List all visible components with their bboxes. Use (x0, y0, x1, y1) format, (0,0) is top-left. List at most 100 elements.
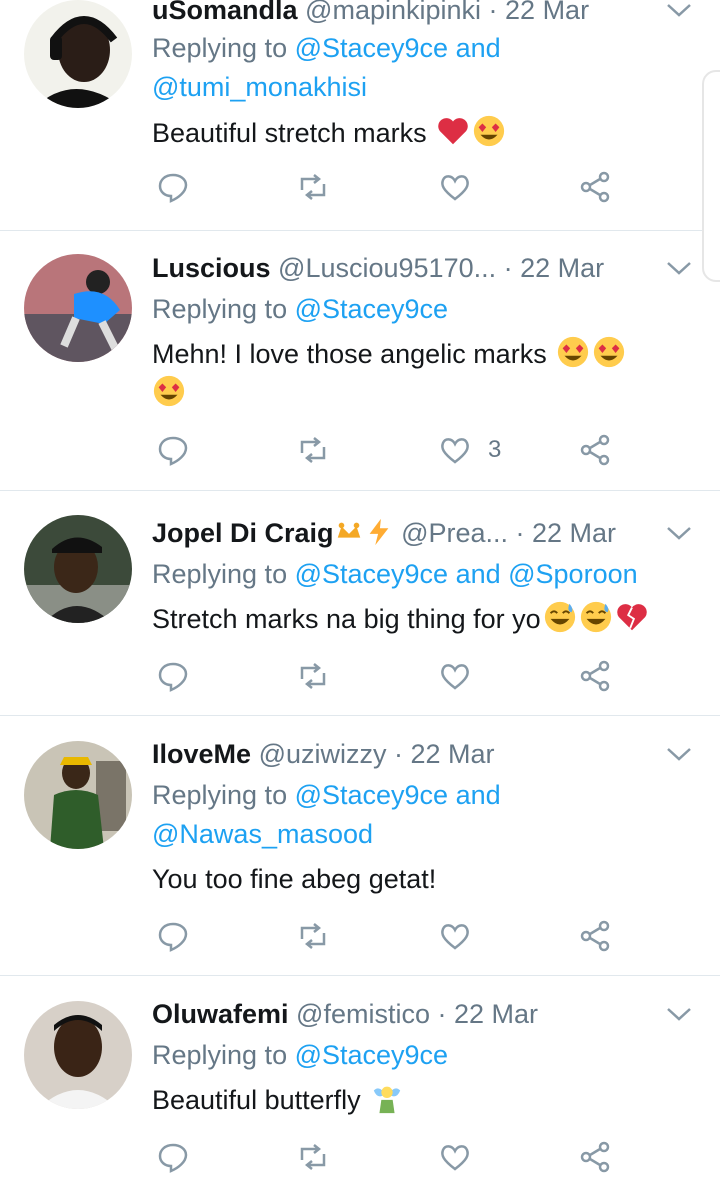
sweat-smile-icon (580, 601, 611, 633)
retweet-icon[interactable] (296, 433, 330, 467)
tweet-actions (152, 659, 632, 695)
avatar[interactable] (24, 0, 132, 108)
replying-to-line2: @tumi_monakhisi (152, 68, 367, 107)
lightning-icon (369, 518, 388, 546)
heart-eyes-icon (153, 375, 185, 407)
avatar[interactable] (24, 1001, 132, 1109)
tweet-header: Luscious @Lusciou95170... · 22 Mar (152, 248, 697, 288)
reply-icon[interactable] (156, 919, 190, 953)
divider (0, 490, 720, 491)
tweet-header: uSomandla @mapinkipinki · 22 Mar (152, 0, 697, 30)
tweet-actions (152, 919, 632, 955)
mention-link[interactable]: @Stacey9ce and @Sporoon (295, 559, 638, 589)
retweet-icon[interactable] (296, 170, 330, 204)
chevron-down-icon[interactable] (666, 1004, 692, 1024)
separator: · (481, 0, 506, 25)
display-name[interactable]: Oluwafemi (152, 999, 289, 1029)
timestamp[interactable]: 22 Mar (520, 253, 604, 283)
fairy-icon (373, 1086, 401, 1114)
replying-to: Replying to @Stacey9ce and (152, 780, 501, 810)
mention-link[interactable]: @tumi_monakhisi (152, 72, 367, 102)
handle[interactable]: @Lusciou95170... (278, 253, 496, 283)
replying-to: Replying to @Stacey9ce (152, 1040, 449, 1070)
tweet-text: Beautiful stretch marks (152, 114, 697, 153)
chevron-down-icon[interactable] (666, 744, 692, 764)
separator: · (386, 739, 411, 769)
crown-icon (337, 522, 360, 538)
share-icon[interactable] (578, 170, 612, 204)
separator: · (429, 999, 454, 1029)
divider (0, 230, 720, 231)
tweet-text: Beautiful butterfly (152, 1081, 697, 1120)
retweet-icon[interactable] (296, 919, 330, 953)
like-icon[interactable] (438, 919, 472, 953)
display-name[interactable]: Luscious (152, 253, 271, 283)
timestamp[interactable]: 22 Mar (410, 739, 494, 769)
tweet-card[interactable]: IloveMe @uziwizzy · 22 Mar Replying to @… (0, 734, 720, 974)
tweet-text: Stretch marks na big thing for yo (152, 600, 697, 639)
chevron-down-icon[interactable] (666, 523, 692, 543)
tweet-actions (152, 170, 632, 206)
floating-panel-edge (702, 70, 720, 282)
handle[interactable]: @mapinkipinki (305, 0, 481, 25)
like-icon[interactable] (438, 1140, 472, 1174)
share-icon[interactable] (578, 919, 612, 953)
like-icon[interactable] (438, 659, 472, 693)
tweet-card[interactable]: Luscious @Lusciou95170... · 22 Mar Reply… (0, 248, 720, 488)
tweet-card[interactable]: Oluwafemi @femistico · 22 Mar Replying t… (0, 994, 720, 1174)
handle[interactable]: @uziwizzy (259, 739, 387, 769)
timestamp[interactable]: 22 Mar (532, 518, 616, 548)
retweet-icon[interactable] (296, 1140, 330, 1174)
reply-icon[interactable] (156, 659, 190, 693)
share-icon[interactable] (578, 659, 612, 693)
display-name[interactable]: IloveMe (152, 739, 251, 769)
display-name[interactable]: uSomandla (152, 0, 298, 25)
reply-icon[interactable] (156, 433, 190, 467)
chevron-down-icon[interactable] (666, 0, 692, 20)
tweet-text: Mehn! I love those angelic marks (152, 335, 697, 413)
replying-to: Replying to @Stacey9ce and (152, 33, 501, 63)
separator: · (496, 253, 521, 283)
timestamp[interactable]: 22 Mar (505, 0, 589, 25)
divider (0, 715, 720, 716)
handle[interactable]: @femistico (296, 999, 430, 1029)
display-name[interactable]: Jopel Di Craig (152, 518, 334, 548)
sweat-smile-icon (544, 601, 575, 633)
like-count: 3 (488, 436, 502, 463)
mention-link[interactable]: @Stacey9ce and (295, 780, 501, 810)
tweet-text: You too fine abeg getat! (152, 864, 437, 894)
red-heart-icon (438, 118, 468, 145)
replying-to: Replying to @Stacey9ce and @Sporoon (152, 559, 638, 589)
heart-eyes-icon (558, 336, 589, 368)
mention-link[interactable]: @Nawas_masood (152, 819, 373, 849)
separator: · (508, 518, 533, 548)
mention-link[interactable]: @Stacey9ce (295, 1040, 448, 1070)
tweet-header: Oluwafemi @femistico · 22 Mar (152, 994, 697, 1034)
broken-heart-icon (616, 604, 647, 631)
retweet-icon[interactable] (296, 659, 330, 693)
handle[interactable]: @Prea... (401, 518, 508, 548)
share-icon[interactable] (578, 1140, 612, 1174)
mention-link[interactable]: @Stacey9ce and (295, 33, 501, 63)
timestamp[interactable]: 22 Mar (454, 999, 538, 1029)
replying-to: Replying to @Stacey9ce (152, 294, 449, 324)
heart-eyes-icon (474, 115, 505, 147)
chevron-down-icon[interactable] (666, 258, 692, 278)
avatar[interactable] (24, 254, 132, 362)
reply-icon[interactable] (156, 170, 190, 204)
tweet-actions: 3 (152, 433, 632, 469)
avatar[interactable] (24, 515, 132, 623)
divider (0, 975, 720, 976)
share-icon[interactable] (578, 433, 612, 467)
like-icon[interactable] (438, 170, 472, 204)
reply-icon[interactable] (156, 1140, 190, 1174)
tweet-card[interactable]: uSomandla @mapinkipinki · 22 Mar Replyin… (0, 0, 720, 230)
like-icon[interactable] (438, 433, 472, 467)
tweet-header: Jopel Di Craig @Prea... · 22 Mar (152, 513, 697, 553)
tweet-header: IloveMe @uziwizzy · 22 Mar (152, 734, 697, 774)
avatar[interactable] (24, 741, 132, 849)
heart-eyes-icon (594, 336, 625, 368)
replying-to-line2: @Nawas_masood (152, 815, 373, 854)
mention-link[interactable]: @Stacey9ce (295, 294, 448, 324)
tweet-card[interactable]: Jopel Di Craig @Prea... · 22 Mar Replyin… (0, 513, 720, 713)
